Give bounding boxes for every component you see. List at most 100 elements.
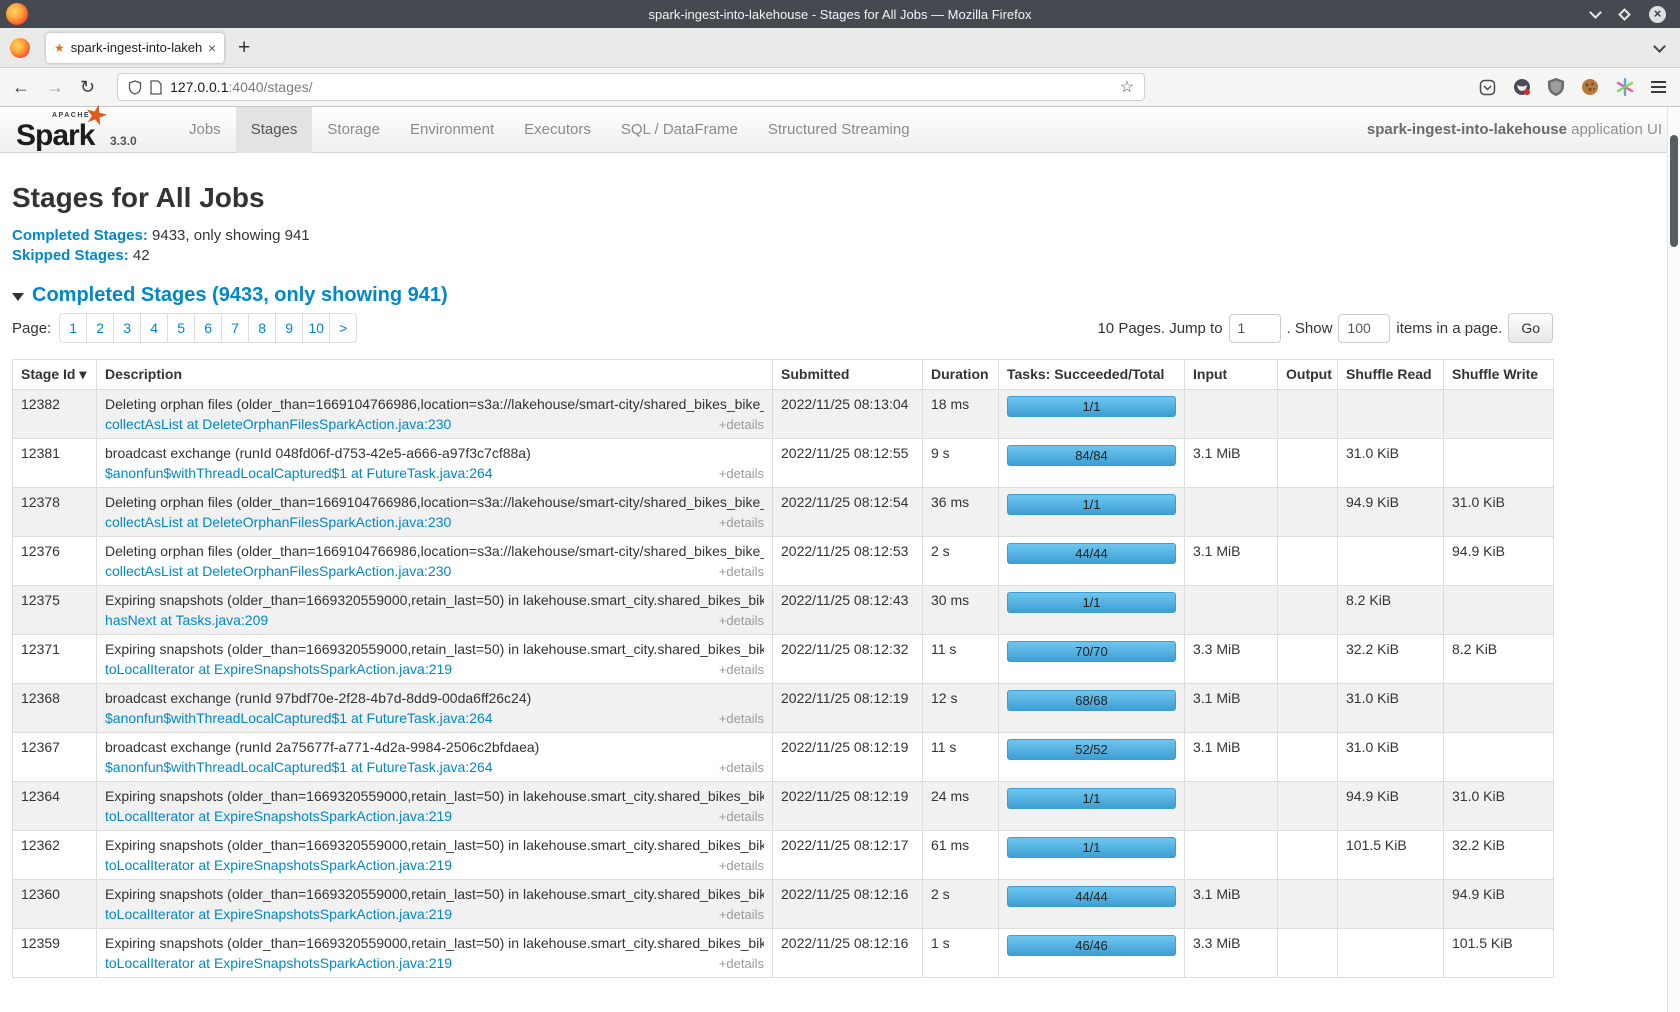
menu-icon[interactable] — [1651, 81, 1666, 93]
shield-permissions-icon[interactable] — [128, 80, 142, 95]
duration-cell: 2 s — [923, 880, 999, 929]
completed-stages-label[interactable]: Completed Stages: — [12, 227, 148, 244]
output-cell — [1278, 782, 1338, 831]
description-text: broadcast exchange (runId 2a75677f-a771-… — [105, 739, 764, 755]
tasks-progress-bar: 1/1 — [1007, 494, 1176, 515]
nav-item-sql-dataframe[interactable]: SQL / DataFrame — [606, 107, 753, 153]
page-button-5[interactable]: 5 — [167, 313, 195, 343]
window-minimize-icon[interactable] — [1589, 6, 1602, 19]
skipped-stages-label[interactable]: Skipped Stages: — [12, 247, 129, 264]
description-text: Expiring snapshots (older_than=166932055… — [105, 935, 764, 951]
nav-item-structured-streaming[interactable]: Structured Streaming — [753, 107, 925, 153]
column-header[interactable]: Duration — [923, 360, 999, 390]
items-per-page-input[interactable] — [1338, 314, 1390, 343]
tab-overflow-chevron-icon[interactable] — [1653, 40, 1666, 53]
tab-close-icon[interactable]: × — [208, 40, 216, 56]
column-header[interactable]: Description — [97, 360, 773, 390]
go-button[interactable]: Go — [1508, 313, 1553, 343]
url-path: :4040/stages/ — [228, 79, 312, 95]
page-button-2[interactable]: 2 — [86, 313, 114, 343]
details-toggle[interactable]: +details — [713, 711, 764, 726]
page-button-9[interactable]: 9 — [275, 313, 303, 343]
details-toggle[interactable]: +details — [713, 858, 764, 873]
stage-row-12364: 12364Expiring snapshots (older_than=1669… — [13, 782, 1554, 831]
column-header[interactable]: Input — [1185, 360, 1278, 390]
page-button-3[interactable]: 3 — [113, 313, 141, 343]
stage-detail-link[interactable]: toLocalIterator at ExpireSnapshotsSparkA… — [105, 857, 452, 873]
stage-detail-link[interactable]: collectAsList at DeleteOrphanFilesSparkA… — [105, 514, 451, 530]
browser-tab[interactable]: ★ spark-ingest-into-lakehous × — [46, 33, 224, 63]
details-toggle[interactable]: +details — [713, 907, 764, 922]
column-header[interactable]: Tasks: Succeeded/Total — [999, 360, 1185, 390]
details-toggle[interactable]: +details — [713, 760, 764, 775]
nav-item-executors[interactable]: Executors — [509, 107, 606, 153]
output-cell — [1278, 488, 1338, 537]
stage-detail-link[interactable]: hasNext at Tasks.java:209 — [105, 612, 268, 628]
details-toggle[interactable]: +details — [713, 613, 764, 628]
stage-detail-link[interactable]: $anonfun$withThreadLocalCaptured$1 at Fu… — [105, 465, 493, 481]
window-maximize-icon[interactable] — [1618, 8, 1631, 21]
shuffle-write-cell: 32.2 KiB — [1444, 831, 1554, 880]
details-toggle[interactable]: +details — [713, 956, 764, 971]
pocket-icon[interactable] — [1479, 79, 1496, 96]
tasks-progress-bar: 84/84 — [1007, 445, 1176, 466]
details-toggle[interactable]: +details — [713, 662, 764, 677]
tab-strip: ★ spark-ingest-into-lakehous × + — [0, 28, 1680, 68]
nav-item-stages[interactable]: Stages — [236, 107, 313, 153]
spark-logo[interactable]: APACHE Spark ★ 3.3.0 — [14, 107, 152, 153]
column-header[interactable]: Stage Id ▾ — [13, 360, 97, 390]
page-button-6[interactable]: 6 — [194, 313, 222, 343]
details-toggle[interactable]: +details — [713, 417, 764, 432]
bookmark-star-icon[interactable]: ☆ — [1120, 77, 1134, 97]
jump-to-page-input[interactable] — [1229, 314, 1281, 343]
page-button-1[interactable]: 1 — [59, 313, 87, 343]
stage-detail-link[interactable]: toLocalIterator at ExpireSnapshotsSparkA… — [105, 661, 452, 677]
input-cell — [1185, 586, 1278, 635]
description-text: Expiring snapshots (older_than=166932055… — [105, 886, 764, 902]
window-close-icon[interactable]: × — [1649, 6, 1666, 23]
stage-detail-link[interactable]: collectAsList at DeleteOrphanFilesSparkA… — [105, 416, 451, 432]
page-info-icon[interactable] — [150, 80, 162, 95]
stage-id-cell: 12359 — [13, 929, 97, 978]
colorful-asterisk-extension-icon[interactable] — [1616, 78, 1634, 96]
page-button-7[interactable]: 7 — [221, 313, 249, 343]
column-header[interactable]: Output — [1278, 360, 1338, 390]
nav-item-environment[interactable]: Environment — [395, 107, 509, 153]
cookie-extension-icon[interactable] — [1581, 78, 1599, 96]
page-button-4[interactable]: 4 — [140, 313, 168, 343]
privacy-mask-extension-icon[interactable] — [1513, 78, 1531, 96]
details-toggle[interactable]: +details — [713, 515, 764, 530]
window-title: spark-ingest-into-lakehouse - Stages for… — [0, 7, 1680, 22]
column-header[interactable]: Shuffle Write — [1444, 360, 1554, 390]
page-scrollbar[interactable] — [1667, 107, 1680, 1012]
stage-detail-link[interactable]: toLocalIterator at ExpireSnapshotsSparkA… — [105, 808, 452, 824]
url-bar[interactable]: 127.0.0.1:4040/stages/ ☆ — [117, 73, 1145, 101]
firefox-app-icon[interactable] — [10, 38, 30, 58]
details-toggle[interactable]: +details — [713, 809, 764, 824]
page-button-10[interactable]: 10 — [302, 313, 330, 343]
tasks-progress-bar: 1/1 — [1007, 837, 1176, 858]
stage-detail-link[interactable]: toLocalIterator at ExpireSnapshotsSparkA… — [105, 955, 452, 971]
nav-item-storage[interactable]: Storage — [312, 107, 395, 153]
nav-item-jobs[interactable]: Jobs — [174, 107, 236, 153]
page-title: Stages for All Jobs — [12, 182, 1680, 214]
forward-button-icon[interactable]: → — [46, 77, 64, 98]
column-header[interactable]: Submitted — [773, 360, 923, 390]
column-header[interactable]: Shuffle Read — [1338, 360, 1444, 390]
tasks-cell: 1/1 — [999, 782, 1185, 831]
stage-detail-link[interactable]: collectAsList at DeleteOrphanFilesSparkA… — [105, 563, 451, 579]
stage-detail-link[interactable]: $anonfun$withThreadLocalCaptured$1 at Fu… — [105, 710, 493, 726]
stage-detail-link[interactable]: $anonfun$withThreadLocalCaptured$1 at Fu… — [105, 759, 493, 775]
page-button-8[interactable]: 8 — [248, 313, 276, 343]
page-button->[interactable]: > — [329, 313, 357, 343]
reload-button-icon[interactable]: ↻ — [80, 77, 95, 98]
stage-detail-link[interactable]: toLocalIterator at ExpireSnapshotsSparkA… — [105, 906, 452, 922]
description-text: Expiring snapshots (older_than=166932055… — [105, 837, 764, 853]
ublock-origin-icon[interactable] — [1548, 78, 1564, 96]
details-toggle[interactable]: +details — [713, 564, 764, 579]
details-toggle[interactable]: +details — [713, 466, 764, 481]
scrollbar-thumb[interactable] — [1670, 135, 1678, 247]
back-button-icon[interactable]: ← — [12, 77, 30, 98]
completed-stages-section-header[interactable]: Completed Stages (9433, only showing 941… — [12, 284, 1680, 307]
new-tab-button[interactable]: + — [238, 36, 250, 60]
